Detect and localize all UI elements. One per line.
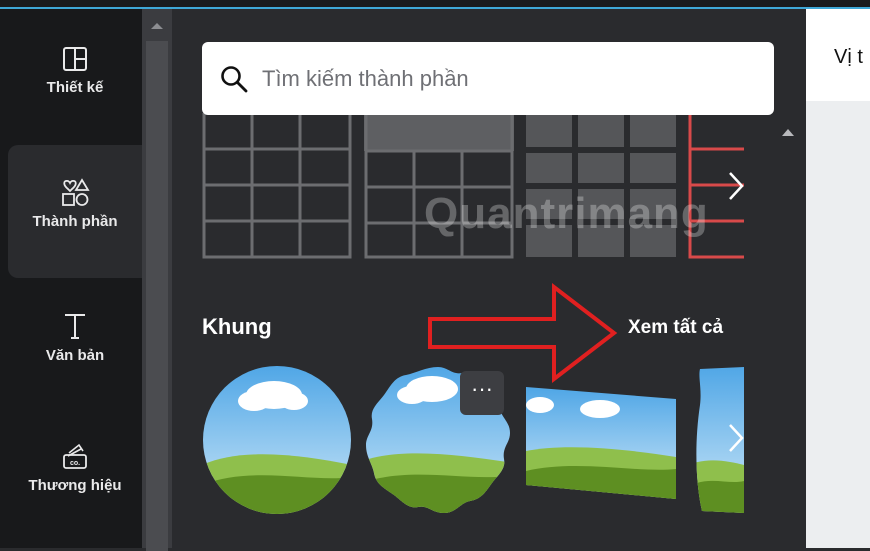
more-options-button[interactable]: ··· [460, 371, 504, 415]
sidebar-item-elements[interactable]: Thành phần [8, 145, 142, 278]
right-panel: Vị t [806, 9, 870, 548]
sidebar-item-text[interactable]: Văn bản [8, 311, 142, 411]
grid-next-button[interactable] [725, 169, 747, 203]
search-icon [221, 65, 248, 92]
scroll-up-arrow-icon[interactable] [782, 129, 794, 136]
frame-circle[interactable] [202, 365, 352, 515]
layout-icon [63, 47, 87, 71]
see-all-link[interactable]: Xem tất cả [628, 317, 723, 339]
sidebar-item-label: Văn bản [45, 347, 105, 364]
grid-tile-3x4[interactable] [202, 113, 352, 259]
right-panel-title: Vị t [834, 46, 863, 68]
sidebar-item-label: Thành phần [32, 213, 118, 230]
elements-panel: Quantrimang Khung Xem tất cả [172, 9, 806, 548]
brand-kit-icon: co. [63, 443, 87, 469]
ellipsis-icon: ··· [471, 376, 493, 401]
sidebar-item-label: Thương hiệu [28, 477, 122, 494]
sidebar-item-design[interactable]: Thiết kế [8, 45, 142, 145]
search-bar[interactable] [202, 42, 774, 115]
sidebar-scrollbar[interactable] [142, 9, 172, 551]
frame-skewed-rectangle[interactable] [526, 387, 676, 499]
text-icon [65, 314, 85, 339]
chevron-right-icon [729, 424, 744, 452]
watermark: Quantrimang [424, 189, 709, 238]
search-input[interactable] [260, 64, 744, 93]
left-sidebar: Thiết kế Thành phần Văn bản co. Thương h… [0, 9, 142, 548]
shapes-icon [62, 178, 90, 206]
sidebar-item-label: Thiết kế [46, 79, 104, 96]
top-border [0, 0, 870, 9]
scroll-up-arrow-icon[interactable] [151, 23, 163, 29]
frames-next-button[interactable] [725, 421, 747, 455]
svg-text:co.: co. [70, 460, 80, 467]
sidebar-item-brand[interactable]: co. Thương hiệu [8, 441, 142, 541]
scrollbar-thumb[interactable] [146, 41, 168, 551]
section-title-frames: Khung [202, 314, 272, 339]
right-panel-header: Vị t [806, 9, 870, 101]
chevron-right-icon [729, 172, 744, 200]
